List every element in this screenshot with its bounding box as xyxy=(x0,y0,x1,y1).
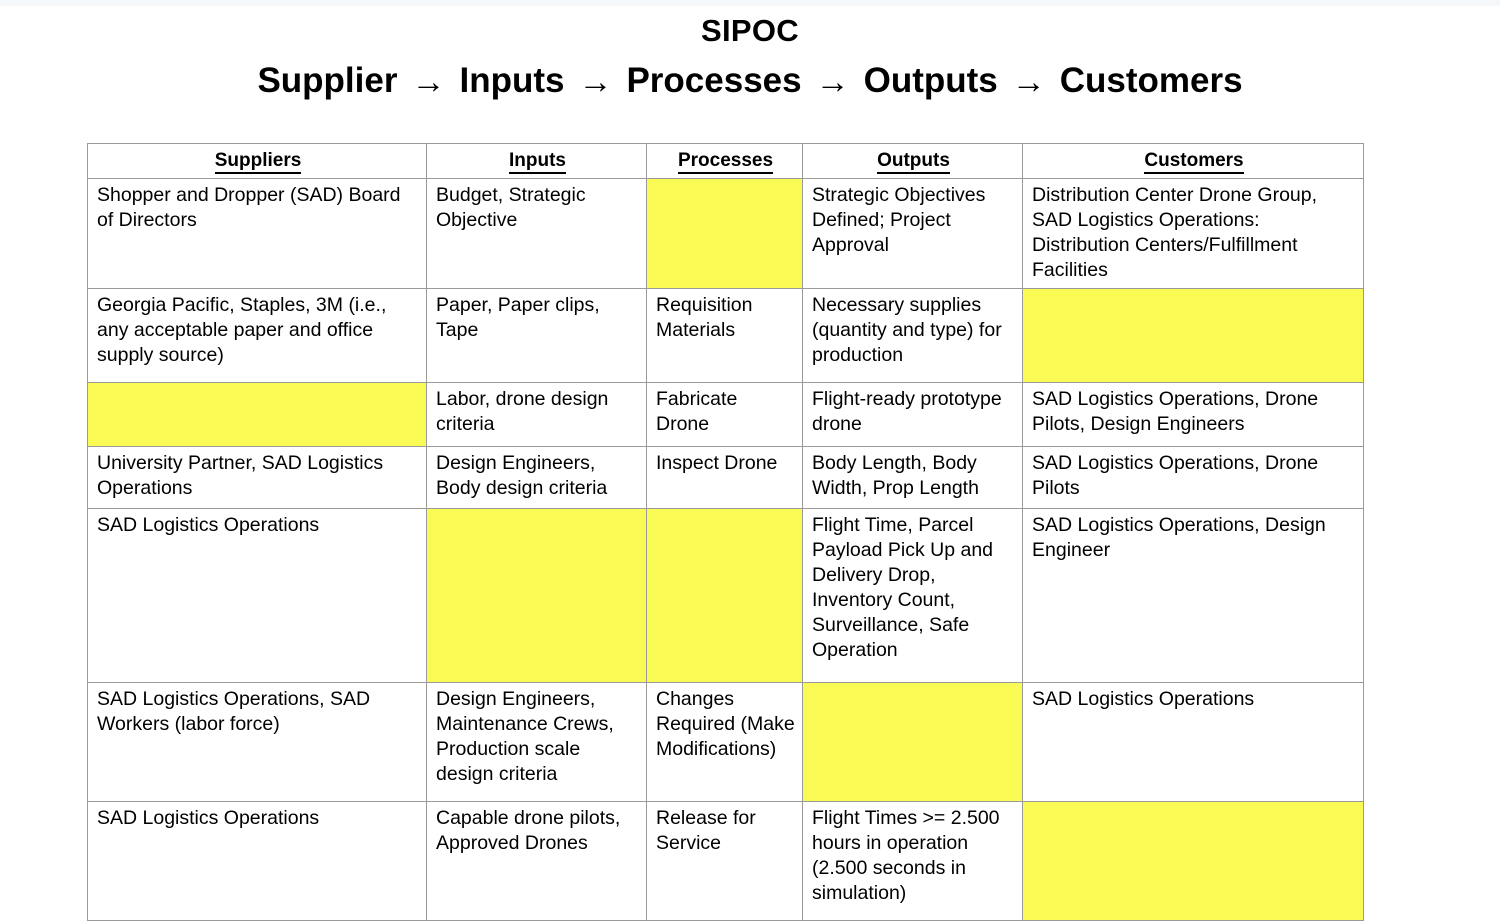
arrow-right-icon-3: → xyxy=(815,63,850,102)
column-header-customers: Customers xyxy=(1022,142,1364,180)
cell-suppliers: SAD Logistics Operations, SAD Workers (l… xyxy=(87,682,427,803)
cell-processes: Changes Required (Make Modifications) xyxy=(646,682,803,803)
table-row: University Partner, SAD Logistics Operat… xyxy=(87,446,1364,510)
sipoc-flow-subtitle: Supplier → Inputs → Processes → Outputs → Custom… xyxy=(0,61,1500,101)
column-header-inputs: Inputs xyxy=(426,142,647,180)
sipoc-page: SIPOC Supplier → Inputs → Processes → Outputs →… xyxy=(0,0,1500,921)
cell-inputs: Design Engineers, Maintenance Crews, Pro… xyxy=(426,682,647,803)
table-row: SAD Logistics Operations Flight Time, Par… xyxy=(87,508,1364,684)
flow-step-customers: Customers xyxy=(1059,61,1243,101)
cell-processes: Requisition Materials xyxy=(646,288,803,384)
column-header-suppliers: Suppliers xyxy=(87,142,427,180)
cell-suppliers: Georgia Pacific, Staples, 3M (i.e., any … xyxy=(87,288,427,384)
table-row: Georgia Pacific, Staples, 3M (i.e., any … xyxy=(87,288,1364,384)
cell-inputs: Capable drone pilots, Approved Drones xyxy=(426,801,647,921)
cell-customers-highlighted xyxy=(1022,288,1364,384)
cell-outputs: Flight Time, Parcel Payload Pick Up and … xyxy=(802,508,1023,684)
cell-customers: Distribution Center Drone Group, SAD Log… xyxy=(1022,178,1364,290)
arrow-right-icon-1: → xyxy=(411,63,446,102)
cell-suppliers: University Partner, SAD Logistics Operat… xyxy=(87,446,427,510)
table-row: SAD Logistics Operations, SAD Workers (l… xyxy=(87,682,1364,803)
table-row: Shopper and Dropper (SAD) Board of Direc… xyxy=(87,178,1364,290)
cell-customers-highlighted xyxy=(1022,801,1364,921)
cell-inputs-highlighted xyxy=(426,508,647,684)
arrow-right-icon-4: → xyxy=(1011,63,1046,102)
table-header-row: Suppliers Inputs Processes Outputs Custo… xyxy=(87,142,1364,180)
cell-inputs: Budget, Strategic Objective xyxy=(426,178,647,290)
cell-processes: Inspect Drone xyxy=(646,446,803,510)
cell-processes: Release for Service xyxy=(646,801,803,921)
cell-suppliers: SAD Logistics Operations xyxy=(87,508,427,684)
flow-step-processes: Processes xyxy=(626,61,802,101)
cell-outputs: Flight Times >= 2.500 hours in operation… xyxy=(802,801,1023,921)
table-row: SAD Logistics Operations Capable drone pi… xyxy=(87,801,1364,921)
flow-step-supplier: Supplier xyxy=(257,61,398,101)
table-row: Labor, drone design criteria Fabricate Dr… xyxy=(87,382,1364,448)
cell-processes-highlighted xyxy=(646,508,803,684)
column-header-outputs: Outputs xyxy=(802,142,1023,180)
flow-step-inputs: Inputs xyxy=(459,61,565,101)
table-body: Shopper and Dropper (SAD) Board of Direc… xyxy=(87,178,1364,921)
cell-processes: Fabricate Drone xyxy=(646,382,803,448)
cell-customers: SAD Logistics Operations, Drone Pilots, … xyxy=(1022,382,1364,448)
cell-suppliers-highlighted xyxy=(87,382,427,448)
cell-customers: SAD Logistics Operations xyxy=(1022,682,1364,803)
cell-outputs: Flight-ready prototype drone xyxy=(802,382,1023,448)
cell-inputs: Paper, Paper clips, Tape xyxy=(426,288,647,384)
column-header-processes: Processes xyxy=(646,142,803,180)
cell-processes-highlighted xyxy=(646,178,803,290)
cell-outputs: Necessary supplies (quantity and type) f… xyxy=(802,288,1023,384)
cell-outputs: Body Length, Body Width, Prop Length xyxy=(802,446,1023,510)
cell-customers: SAD Logistics Operations, Design Enginee… xyxy=(1022,508,1364,684)
cell-customers: SAD Logistics Operations, Drone Pilots xyxy=(1022,446,1364,510)
page-title: SIPOC xyxy=(701,13,799,48)
sipoc-table-container: Suppliers Inputs Processes Outputs Custo… xyxy=(87,142,1364,921)
cell-outputs-highlighted xyxy=(802,682,1023,803)
title-block: SIPOC Supplier → Inputs → Processes → Outputs →… xyxy=(0,13,1500,101)
flow-step-outputs: Outputs xyxy=(863,61,998,101)
page-top-edge xyxy=(0,0,1500,6)
arrow-right-icon-2: → xyxy=(578,63,613,102)
cell-inputs: Labor, drone design criteria xyxy=(426,382,647,448)
cell-inputs: Design Engineers, Body design criteria xyxy=(426,446,647,510)
cell-outputs: Strategic Objectives Defined; Project Ap… xyxy=(802,178,1023,290)
cell-suppliers: Shopper and Dropper (SAD) Board of Direc… xyxy=(87,178,427,290)
sipoc-table: Suppliers Inputs Processes Outputs Custo… xyxy=(87,142,1364,921)
cell-suppliers: SAD Logistics Operations xyxy=(87,801,427,921)
